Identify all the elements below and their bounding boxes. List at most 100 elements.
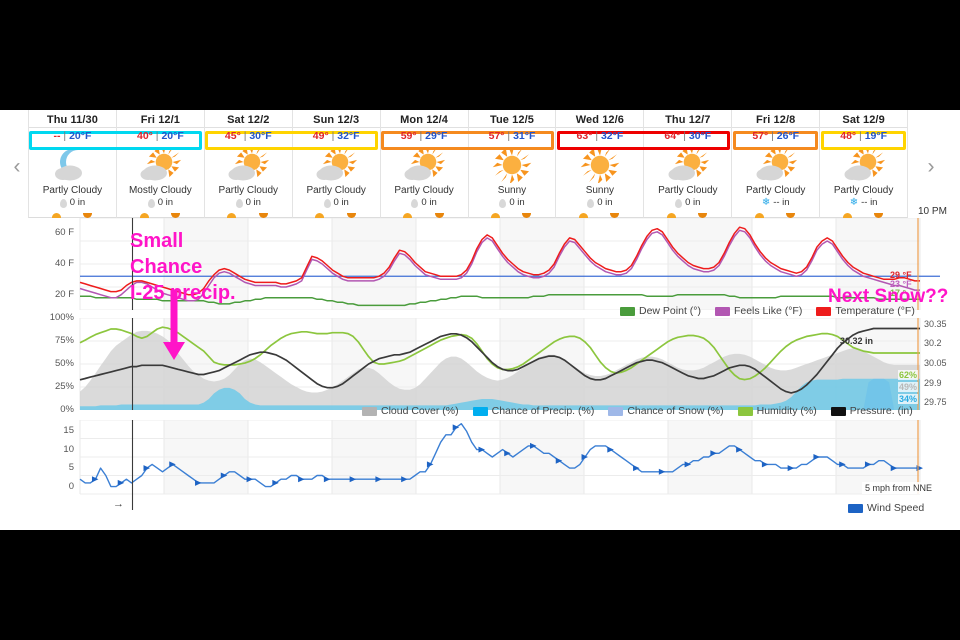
rain-drop-icon	[235, 198, 243, 208]
day-column[interactable]: Thu 12/7 64° | 30°F Partly Cloudy 0 in	[643, 110, 732, 218]
sun-behind-cloud-icon	[644, 147, 731, 183]
day-condition-label: Partly Cloudy	[833, 185, 894, 196]
day-precip-amount: 0 in	[644, 197, 731, 209]
day-column[interactable]: Mon 12/4 59° | 29°F Partly Cloudy 0 in	[379, 110, 468, 218]
rain-drop-icon	[411, 198, 419, 208]
legend-item[interactable]: Dew Point (°)	[620, 305, 701, 317]
precip-value: 0 in	[333, 197, 349, 208]
axis-tick-label: 0	[68, 480, 74, 492]
legend-label: Dew Point (°)	[639, 305, 701, 317]
day-name: Sat 12/2	[204, 113, 292, 128]
day-temperature-range: 45° | 30°F	[224, 130, 272, 142]
precip-value: 0 in	[509, 197, 525, 208]
wind-tooltip: 5 mph from NNE	[862, 482, 936, 494]
legend-item[interactable]: Feels Like (°F)	[714, 305, 803, 317]
day-name: Thu 11/30	[29, 113, 116, 128]
legend-swatch	[848, 503, 863, 513]
axis-tick-label: 20 F	[54, 288, 74, 300]
annotation-line: Small	[130, 230, 184, 252]
day-temperature-range: 57° | 26°F	[752, 130, 800, 142]
sun-behind-cloud-icon	[293, 147, 380, 183]
legend-item[interactable]: Chance of Snow (%)	[608, 405, 724, 417]
day-temperature-range: 63° | 32°F	[576, 130, 624, 142]
day-condition-label: Partly Cloudy	[218, 185, 278, 196]
day-name: Sat 12/9	[820, 113, 908, 128]
day-precip-amount: ❄ -- in	[732, 197, 819, 209]
precip-value: 0 in	[245, 197, 261, 208]
legend-item[interactable]: Chance of Precip. (%)	[472, 405, 594, 417]
day-column[interactable]: Sat 12/9 48° | 19°F Partly Cloudy ❄ -- in	[819, 110, 909, 218]
day-precip-amount: 0 in	[556, 197, 643, 209]
sun-icon	[469, 147, 556, 183]
day-column[interactable]: Sun 12/3 49° | 32°F Partly Cloudy 0 in	[291, 110, 380, 218]
moon-partly-cloudy-icon	[29, 147, 116, 183]
day-name: Tue 12/5	[468, 113, 556, 128]
legend-label: Wind Speed	[867, 502, 925, 514]
legend-swatch	[737, 406, 753, 416]
sun-icon	[556, 147, 643, 183]
prev-days-chevron-icon[interactable]: ‹	[6, 154, 28, 180]
day-precip-amount: 0 in	[117, 197, 204, 209]
sun-behind-cloud-icon	[205, 147, 292, 183]
legend-item[interactable]: Temperature (°F)	[816, 305, 915, 317]
legend-item[interactable]: Pressure. (in)	[830, 405, 913, 417]
legend-item[interactable]: Humidity (%)	[737, 405, 817, 417]
rain-drop-icon	[59, 198, 67, 208]
next-days-chevron-icon[interactable]: ›	[920, 154, 942, 180]
sun-behind-cloud-icon	[732, 147, 819, 183]
day-column[interactable]: Thu 11/30 -- | 20°F Partly Cloudy 0 in	[28, 110, 116, 218]
percent-chart: 100% 75% 50% 25% 0% 30.35 30.2 30.05 29.9 29.75 …	[0, 312, 960, 415]
legend-label: Feels Like (°F)	[733, 305, 803, 317]
precip-value: 0 in	[157, 197, 174, 208]
axis-tick-label: 100%	[49, 312, 74, 323]
day-name: Sun 12/3	[292, 113, 380, 128]
day-precip-amount: 0 in	[469, 197, 556, 209]
legend-item[interactable]: Cloud Cover (%)	[362, 405, 459, 417]
day-temperature-range: 59° | 29°F	[400, 130, 448, 142]
axis-tick-label: 30.2	[924, 338, 942, 349]
day-temperature-range: -- | 20°F	[53, 130, 92, 142]
rain-drop-icon	[499, 198, 507, 208]
precip-value: 0 in	[597, 197, 613, 208]
day-condition-label: Sunny	[585, 185, 615, 196]
precip-value: 0 in	[685, 197, 701, 208]
day-precip-amount: 0 in	[205, 197, 292, 209]
day-condition-label: Sunny	[497, 185, 527, 196]
precip-value: 0 in	[69, 197, 86, 208]
day-name: Thu 12/7	[644, 113, 732, 128]
current-time-label: 10 PM	[918, 206, 947, 217]
day-temperature-range: 64° | 30°F	[664, 130, 712, 142]
day-precip-amount: 0 in	[293, 197, 380, 209]
day-column[interactable]: Fri 12/1 40° | 20°F Mostly Cloudy 0 in	[115, 110, 204, 218]
day-precip-amount: 0 in	[381, 197, 468, 209]
day-name: Mon 12/4	[380, 113, 468, 128]
snowflake-icon: ❄	[761, 197, 771, 208]
sun-behind-cloud-icon	[820, 147, 907, 183]
legend-item[interactable]: Wind Speed	[848, 502, 924, 514]
snowflake-icon: ❄	[849, 197, 859, 208]
day-column[interactable]: Sat 12/2 45° | 30°F Partly Cloudy 0 in	[203, 110, 292, 218]
percent-plot	[79, 316, 921, 411]
day-temperature-range: 48° | 19°F	[840, 130, 887, 142]
day-header-row: ‹ › Thu 11/30 -- | 20°F Partly Cloudy 0 in…	[0, 110, 960, 218]
precip-value: -- in	[861, 197, 878, 208]
legend-swatch	[472, 406, 488, 416]
day-name: Fri 12/1	[116, 113, 204, 128]
day-condition-label: Partly Cloudy	[306, 185, 366, 196]
wind-plot	[79, 418, 923, 510]
series-value-callout: 62%	[898, 370, 919, 380]
series-value-callout: 49%	[898, 382, 919, 392]
legend-swatch	[620, 306, 635, 316]
day-column[interactable]: Fri 12/8 57° | 26°F Partly Cloudy ❄ -- in	[731, 110, 820, 218]
day-column[interactable]: Tue 12/5 57° | 31°F Sunny 0 in	[467, 110, 556, 218]
temperature-legend: Dew Point (°) Feels Like (°F) Temperatur…	[620, 305, 915, 317]
rain-drop-icon	[675, 198, 683, 208]
day-condition-label: Partly Cloudy	[42, 185, 103, 196]
now-direction-arrow: →	[113, 498, 124, 510]
axis-tick-label: 25%	[54, 381, 74, 392]
axis-tick-label: 60 F	[54, 227, 74, 239]
percent-legend: Cloud Cover (%) Chance of Precip. (%) Ch…	[362, 405, 913, 417]
day-column[interactable]: Wed 12/6 63° | 32°F Sunny 0 in	[555, 110, 644, 218]
wind-legend: Wind Speed	[848, 502, 924, 514]
legend-swatch	[830, 406, 846, 416]
